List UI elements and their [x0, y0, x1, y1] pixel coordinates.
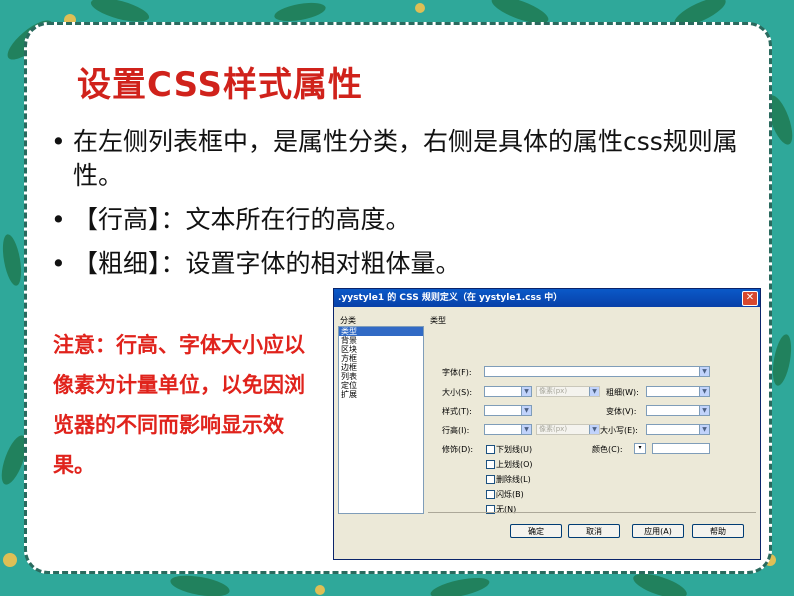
font-label: 字体(F): — [442, 368, 472, 377]
help-button[interactable]: 帮助 — [692, 524, 744, 538]
chevron-down-icon: ▼ — [699, 406, 709, 415]
cancel-button[interactable]: 取消 — [568, 524, 620, 538]
size-label: 大小(S): — [442, 388, 473, 397]
chevron-down-icon: ▼ — [589, 387, 599, 396]
category-item[interactable]: 边框 — [339, 363, 423, 372]
note-text: 注意：行高、字体大小应以像素为计量单位，以免因浏览器的不同而影响显示效果。 — [53, 333, 305, 477]
strikethrough-checkbox[interactable] — [486, 475, 495, 484]
apply-button[interactable]: 应用(A) — [632, 524, 684, 538]
blink-checkbox[interactable] — [486, 490, 495, 499]
color-picker-button[interactable]: ▾ — [634, 443, 646, 454]
category-list[interactable]: 类型 背景 区块 方框 边框 列表 定位 扩展 — [338, 326, 424, 514]
category-header: 分类 — [340, 316, 356, 325]
category-item[interactable]: 方框 — [339, 354, 423, 363]
size-unit-select[interactable]: 像素(px) ▼ — [536, 386, 600, 397]
category-item[interactable]: 区块 — [339, 345, 423, 354]
unit-text: 像素(px) — [539, 387, 568, 395]
decoration-option: 删除线(L) — [496, 475, 531, 484]
close-icon[interactable]: ✕ — [742, 291, 758, 306]
font-select[interactable]: ▼ — [484, 366, 710, 377]
type-header: 类型 — [430, 316, 446, 325]
color-input[interactable] — [652, 443, 710, 454]
case-label: 大小写(E): — [600, 426, 638, 435]
chevron-down-icon: ▼ — [521, 387, 531, 396]
size-select[interactable]: ▼ — [484, 386, 532, 397]
page-title: 设置CSS样式属性 — [77, 65, 364, 105]
weight-label: 粗细(W): — [606, 388, 639, 397]
color-label: 颜色(C): — [592, 445, 623, 454]
category-item[interactable]: 扩展 — [339, 390, 423, 399]
style-select[interactable]: ▼ — [484, 405, 532, 416]
weight-select[interactable]: ▼ — [646, 386, 710, 397]
chevron-down-icon: ▼ — [589, 425, 599, 434]
unit-text: 像素(px) — [539, 425, 568, 433]
chevron-down-icon: ▼ — [521, 425, 531, 434]
divider — [428, 512, 756, 513]
style-label: 样式(T): — [442, 407, 472, 416]
bullet-item: 【行高】：文本所在行的高度。 — [49, 203, 749, 237]
bullet-item: 在左侧列表框中，是属性分类，右侧是具体的属性css规则属性。 — [49, 125, 749, 193]
bullet-item: 【粗细】：设置字体的相对粗体量。 — [49, 247, 749, 281]
chevron-down-icon: ▼ — [699, 387, 709, 396]
bullet-list: 在左侧列表框中，是属性分类，右侧是具体的属性css规则属性。 【行高】：文本所在… — [49, 125, 749, 291]
decoration-option: 闪烁(B) — [496, 490, 524, 499]
decoration-option: 上划线(O) — [496, 460, 533, 469]
slide-card: 设置CSS样式属性 在左侧列表框中，是属性分类，右侧是具体的属性css规则属性。… — [24, 22, 772, 574]
dialog-titlebar: .yystyle1 的 CSS 规则定义（在 yystyle1.css 中） ✕ — [334, 289, 760, 307]
category-item[interactable]: 背景 — [339, 336, 423, 345]
line-height-select[interactable]: ▼ — [484, 424, 532, 435]
case-select[interactable]: ▼ — [646, 424, 710, 435]
underline-checkbox[interactable] — [486, 445, 495, 454]
chevron-down-icon: ▼ — [521, 406, 531, 415]
line-height-label: 行高(I): — [442, 426, 470, 435]
variant-select[interactable]: ▼ — [646, 405, 710, 416]
category-item[interactable]: 定位 — [339, 381, 423, 390]
dialog-title: .yystyle1 的 CSS 规则定义（在 yystyle1.css 中） — [338, 293, 563, 303]
chevron-down-icon: ▼ — [699, 425, 709, 434]
decoration-option: 下划线(U) — [496, 445, 533, 454]
variant-label: 变体(V): — [606, 407, 637, 416]
category-item[interactable]: 类型 — [339, 327, 423, 336]
overline-checkbox[interactable] — [486, 460, 495, 469]
line-height-unit-select[interactable]: 像素(px) ▼ — [536, 424, 600, 435]
chevron-down-icon: ▼ — [699, 367, 709, 376]
decoration-label: 修饰(D): — [442, 445, 474, 454]
ok-button[interactable]: 确定 — [510, 524, 562, 538]
css-rule-dialog: .yystyle1 的 CSS 规则定义（在 yystyle1.css 中） ✕… — [333, 288, 761, 560]
category-item[interactable]: 列表 — [339, 372, 423, 381]
decoration-option: 无(N) — [496, 505, 517, 514]
